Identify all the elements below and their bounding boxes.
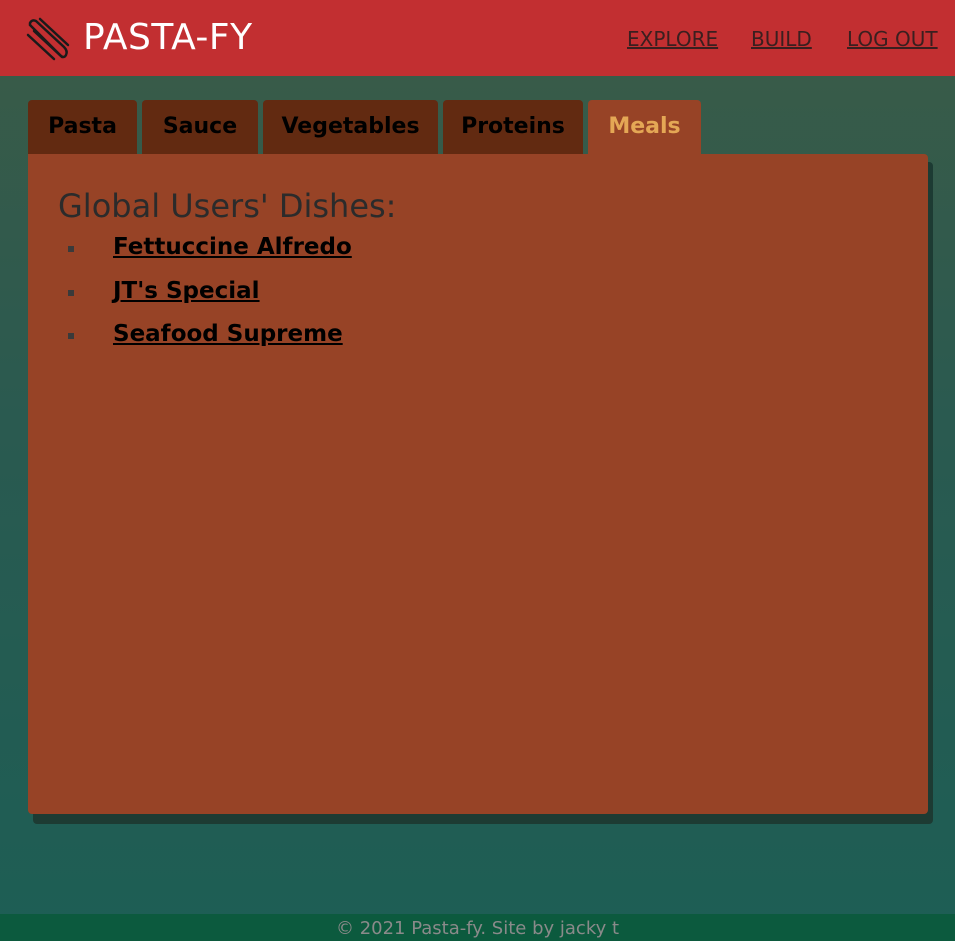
tab-pasta[interactable]: Pasta [28,100,137,154]
dish-link-seafood-supreme[interactable]: Seafood Supreme [113,321,343,347]
nav-explore-link[interactable]: EXPLORE [627,27,718,51]
bullet-icon [68,290,74,296]
top-header: PASTA-FY EXPLORE BUILD LOG OUT [0,0,955,76]
bullet-icon [68,246,74,252]
tab-vegetables[interactable]: Vegetables [263,100,438,154]
brand-title[interactable]: PASTA-FY [83,17,253,58]
bullet-icon [68,333,74,339]
footer-text: © 2021 Pasta-fy. Site by jacky t [335,918,620,939]
nav-logout-link[interactable]: LOG OUT [847,27,938,51]
nav-build-link[interactable]: BUILD [751,27,812,51]
tab-meals[interactable]: Meals [588,100,701,154]
dish-link-jts-special[interactable]: JT's Special [113,278,260,304]
pasta-icon[interactable] [26,17,70,61]
dish-link-fettuccine-alfredo[interactable]: Fettuccine Alfredo [113,234,352,260]
tab-proteins[interactable]: Proteins [443,100,583,154]
panel-title: Global Users' Dishes: [58,187,397,225]
footer: © 2021 Pasta-fy. Site by jacky t [0,914,955,941]
meals-panel: Global Users' Dishes: Fettuccine Alfredo… [28,154,928,814]
tab-sauce[interactable]: Sauce [142,100,258,154]
